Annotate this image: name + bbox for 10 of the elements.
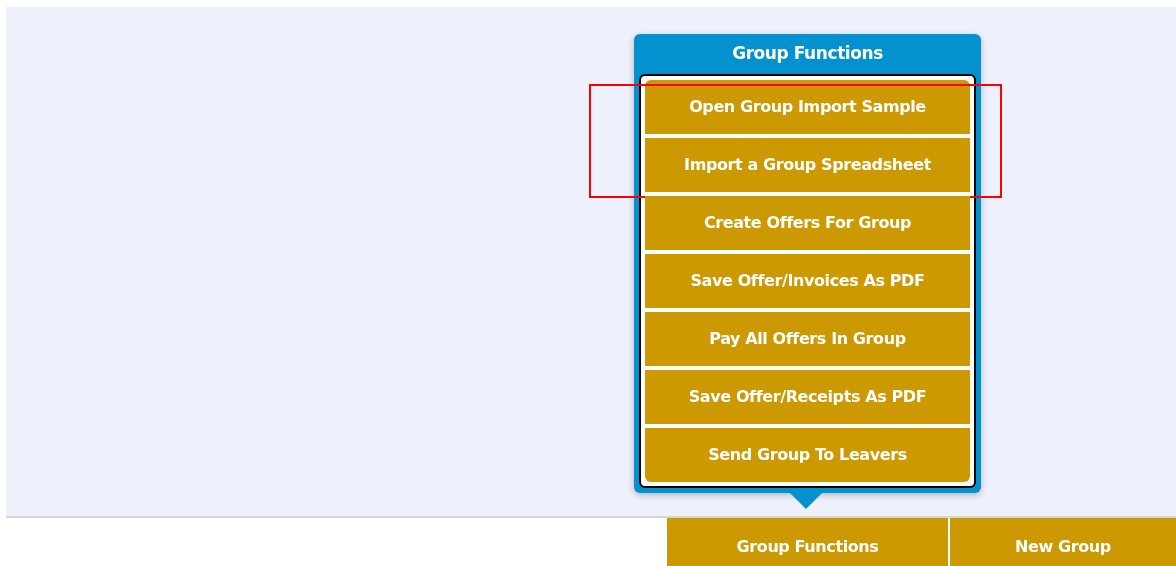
toolbar-button[interactable]: Group Functions <box>667 518 950 566</box>
menu-item[interactable]: Send Group To Leavers <box>645 428 970 482</box>
menu-item[interactable]: Import a Group Spreadsheet <box>645 138 970 192</box>
menu-item[interactable]: Create Offers For Group <box>645 196 970 250</box>
menu-item[interactable]: Pay All Offers In Group <box>645 312 970 366</box>
popup-title: Group Functions <box>731 42 884 66</box>
toolbar-button[interactable]: New Group <box>950 518 1176 566</box>
menu-item[interactable]: Save Offer/Invoices As PDF <box>645 254 970 308</box>
menu-item[interactable]: Save Offer/Receipts As PDF <box>645 370 970 424</box>
menu-item[interactable]: Open Group Import Sample <box>645 80 970 134</box>
